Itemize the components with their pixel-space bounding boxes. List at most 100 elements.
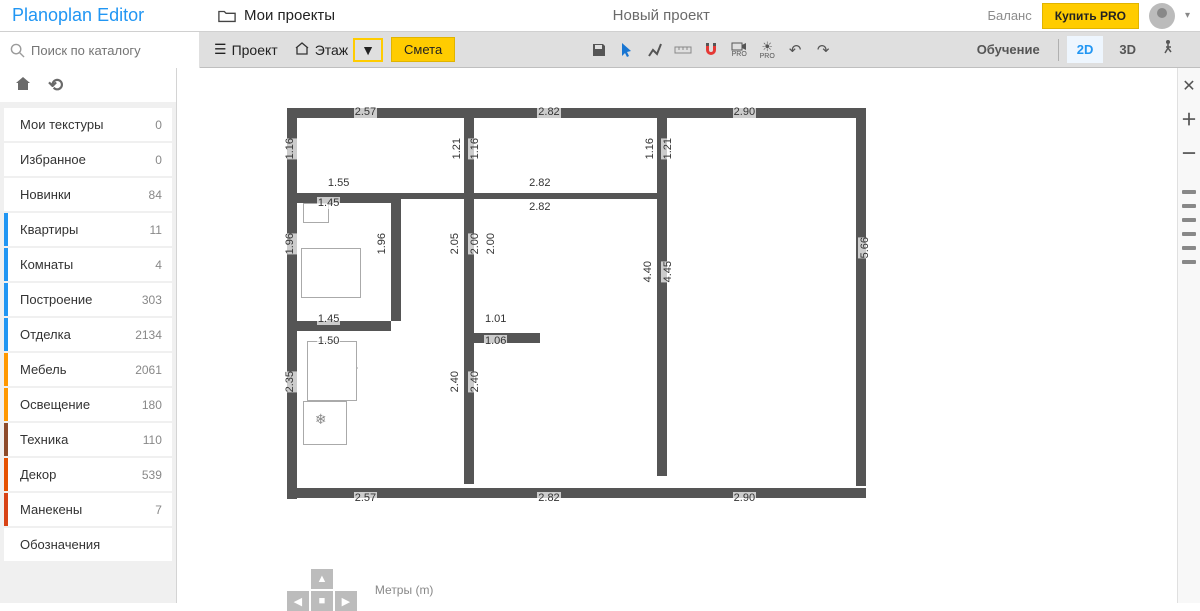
wall[interactable] bbox=[297, 321, 391, 331]
chevron-down-icon[interactable]: ▾ bbox=[1185, 10, 1190, 21]
my-projects-button[interactable]: Мои проекты bbox=[200, 7, 335, 24]
category-count: 7 bbox=[155, 503, 162, 517]
zoom-in-icon[interactable]: ＋ bbox=[1181, 106, 1197, 130]
magnet-icon[interactable] bbox=[697, 37, 725, 63]
wall[interactable] bbox=[464, 331, 474, 484]
category-item[interactable]: Квартиры11 bbox=[4, 213, 172, 246]
category-item[interactable]: Комнаты 4 bbox=[4, 248, 172, 281]
dimension-label: 2.82 bbox=[528, 201, 551, 213]
walk-mode-button[interactable] bbox=[1152, 33, 1184, 66]
category-item[interactable]: Мои текстуры0 bbox=[4, 108, 172, 141]
project-menu[interactable]: ☰ Проект bbox=[206, 37, 286, 62]
category-label: Комнаты bbox=[20, 257, 73, 272]
category-item[interactable]: Отделка 2134 bbox=[4, 318, 172, 351]
estimate-button[interactable]: Смета bbox=[391, 37, 455, 62]
app-logo: Planoplan Editor bbox=[0, 5, 200, 26]
undo-icon[interactable]: ↶ bbox=[781, 37, 809, 63]
dimension-label: 1.16 bbox=[643, 138, 657, 159]
catalog-search-input[interactable] bbox=[31, 43, 181, 58]
dimension-label: 1.45 bbox=[317, 313, 340, 325]
dimension-label: 2.00 bbox=[484, 233, 498, 254]
dimension-label: 2.90 bbox=[733, 106, 756, 118]
category-count: 539 bbox=[142, 468, 162, 482]
dimension-label: 2.82 bbox=[537, 106, 560, 118]
category-label: Обозначения bbox=[20, 537, 100, 552]
view-2d-button[interactable]: 2D bbox=[1067, 36, 1104, 63]
wall[interactable] bbox=[297, 193, 391, 203]
level-indicator[interactable] bbox=[1182, 190, 1196, 194]
user-avatar[interactable] bbox=[1149, 3, 1175, 29]
dimension-label: 2.57 bbox=[354, 106, 377, 118]
save-icon[interactable] bbox=[585, 37, 613, 63]
dimension-label: 1.50 bbox=[317, 335, 340, 347]
ruler-icon[interactable] bbox=[669, 37, 697, 63]
pan-left-button[interactable]: ◀ bbox=[287, 591, 309, 611]
dimension-label: 2.82 bbox=[537, 492, 560, 504]
back-icon[interactable]: ⟲ bbox=[48, 75, 63, 96]
dimension-label: 1.21 bbox=[661, 138, 675, 159]
category-label: Декор bbox=[20, 467, 56, 482]
dimension-label: 1.16 bbox=[283, 138, 297, 159]
category-item[interactable]: Новинки84 bbox=[4, 178, 172, 211]
balance-label[interactable]: Баланс bbox=[987, 8, 1041, 23]
category-label: Техника bbox=[20, 432, 68, 447]
wall[interactable] bbox=[464, 193, 474, 330]
floor-menu[interactable]: Этаж ▼ bbox=[286, 34, 391, 66]
close-icon[interactable]: ✕ bbox=[1182, 76, 1195, 96]
category-label: Новинки bbox=[20, 187, 71, 202]
dimension-label: 2.00 bbox=[468, 233, 482, 254]
wall[interactable] bbox=[856, 108, 866, 486]
category-item[interactable]: Освещение180 bbox=[4, 388, 172, 421]
dimension-label: 1.21 bbox=[450, 138, 464, 159]
category-item[interactable]: Мебель 2061 bbox=[4, 353, 172, 386]
home-nav-icon[interactable] bbox=[14, 75, 32, 96]
furniture[interactable] bbox=[307, 341, 357, 401]
dimension-label: 1.55 bbox=[327, 177, 350, 189]
view-3d-button[interactable]: 3D bbox=[1109, 36, 1146, 63]
category-label: Избранное bbox=[20, 152, 86, 167]
my-projects-label: Мои проекты bbox=[244, 7, 335, 24]
pan-right-button[interactable]: ▶ bbox=[335, 591, 357, 611]
category-label: Отделка bbox=[20, 327, 71, 342]
floor-dropdown-icon[interactable]: ▼ bbox=[353, 38, 383, 62]
zoom-out-icon[interactable]: － bbox=[1181, 140, 1197, 164]
dimension-label: 1.06 bbox=[484, 335, 507, 347]
buy-pro-button[interactable]: Купить PRO bbox=[1042, 3, 1139, 29]
wall[interactable] bbox=[474, 193, 657, 199]
sun-pro-icon[interactable]: ☀PRO bbox=[753, 37, 781, 63]
search-icon bbox=[10, 43, 25, 58]
category-item[interactable]: Избранное 0 bbox=[4, 143, 172, 176]
training-button[interactable]: Обучение bbox=[967, 36, 1050, 63]
floorplan-canvas[interactable]: ❄2.572.822.902.572.822.901.552.821.452.8… bbox=[177, 68, 1177, 603]
wall[interactable] bbox=[287, 108, 297, 494]
category-count: 2134 bbox=[135, 328, 162, 342]
wall[interactable] bbox=[657, 108, 667, 476]
dimension-label: 1.96 bbox=[283, 233, 297, 254]
category-label: Мебель bbox=[20, 362, 67, 377]
pan-up-button[interactable]: ▲ bbox=[311, 569, 333, 589]
category-count: 4 bbox=[155, 258, 162, 272]
dimension-label: 4.40 bbox=[641, 261, 655, 282]
category-item[interactable]: Обозначения bbox=[4, 528, 172, 561]
snowflake-icon: ❄ bbox=[315, 411, 327, 428]
dimension-label: 2.35 bbox=[283, 371, 297, 392]
category-item[interactable]: Манекены 7 bbox=[4, 493, 172, 526]
pointer-icon[interactable] bbox=[613, 37, 641, 63]
units-label[interactable]: Метры (m) bbox=[375, 583, 434, 597]
camera-pro-icon[interactable]: PRO bbox=[725, 37, 753, 63]
category-list: Мои текстуры0 Избранное 0 Новинки84Квартиры… bbox=[0, 102, 176, 603]
category-label: Манекены bbox=[20, 502, 82, 517]
category-item[interactable]: Техника110 bbox=[4, 423, 172, 456]
redo-icon[interactable]: ↷ bbox=[809, 37, 837, 63]
category-item[interactable]: Декор 539 bbox=[4, 458, 172, 491]
category-count: 2061 bbox=[135, 363, 162, 377]
category-count: 0 bbox=[155, 153, 162, 167]
category-label: Построение bbox=[20, 292, 92, 307]
dimension-label: 2.82 bbox=[528, 177, 551, 189]
wall[interactable] bbox=[391, 193, 401, 320]
line-tool-icon[interactable] bbox=[641, 37, 669, 63]
furniture[interactable] bbox=[301, 248, 361, 298]
pan-center-button[interactable]: ■ bbox=[311, 591, 333, 611]
dimension-label: 1.16 bbox=[468, 138, 482, 159]
category-item[interactable]: Построение303 bbox=[4, 283, 172, 316]
